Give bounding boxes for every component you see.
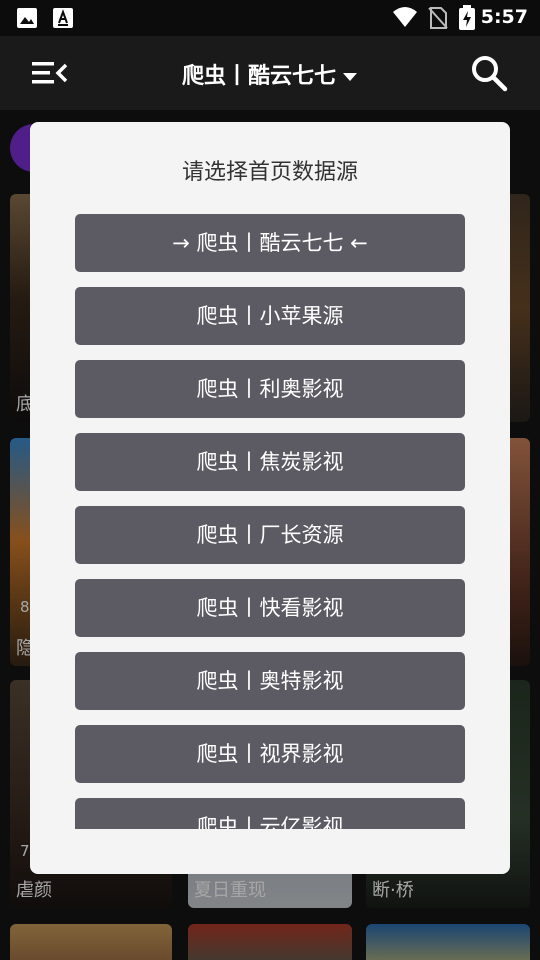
source-option[interactable]: 爬虫丨小苹果源 bbox=[75, 287, 465, 345]
battery-charging-icon bbox=[459, 5, 475, 30]
source-option[interactable]: 爬虫丨快看影视 bbox=[75, 579, 465, 637]
status-time: 5:57 bbox=[480, 6, 528, 28]
source-option[interactable]: 爬虫丨厂长资源 bbox=[75, 506, 465, 564]
status-bar: 5:57 bbox=[0, 0, 540, 36]
text-app-icon bbox=[53, 8, 73, 28]
source-option[interactable]: 爬虫丨奥特影视 bbox=[75, 652, 465, 710]
source-dialog: 请选择首页数据源 → 爬虫丨酷云七七 ← 爬虫丨小苹果源 爬虫丨利奥影视 爬虫丨… bbox=[30, 122, 510, 874]
source-option-selected[interactable]: → 爬虫丨酷云七七 ← bbox=[75, 214, 465, 272]
no-sim-icon bbox=[428, 7, 448, 29]
source-option-list[interactable]: → 爬虫丨酷云七七 ← 爬虫丨小苹果源 爬虫丨利奥影视 爬虫丨焦炭影视 爬虫丨厂… bbox=[75, 214, 465, 829]
source-option[interactable]: 爬虫丨云亿影视 bbox=[75, 798, 465, 829]
source-option[interactable]: 爬虫丨利奥影视 bbox=[75, 360, 465, 418]
source-selector[interactable]: 爬虫丨酷云七七 bbox=[0, 58, 540, 90]
screen: 5:57 爬虫丨酷云七七 底 8 隐 7 虐颜 夏日重现 断·桥 请选择首页数据… bbox=[0, 0, 540, 960]
source-option[interactable]: 爬虫丨视界影视 bbox=[75, 725, 465, 783]
page-title: 爬虫丨酷云七七 bbox=[181, 64, 336, 89]
chevron-down-icon bbox=[343, 73, 357, 81]
search-icon[interactable] bbox=[470, 54, 508, 92]
gallery-icon bbox=[17, 8, 37, 28]
source-option[interactable]: 爬虫丨焦炭影视 bbox=[75, 433, 465, 491]
app-bar: 爬虫丨酷云七七 bbox=[0, 36, 540, 110]
dialog-title: 请选择首页数据源 bbox=[181, 160, 358, 185]
wifi-icon bbox=[393, 7, 417, 27]
